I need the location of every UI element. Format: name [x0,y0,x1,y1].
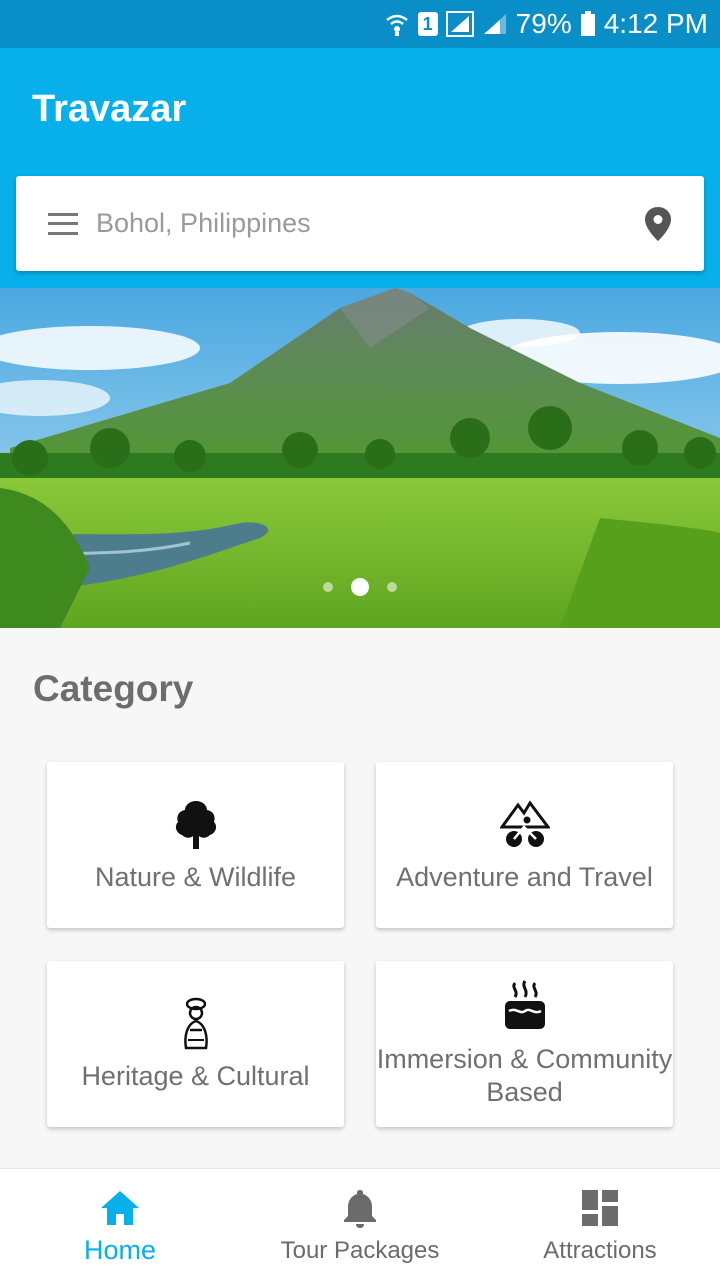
nav-label-home: Home [83,1235,157,1265]
mountain-bike-icon [499,799,550,847]
app-title: Travazar [32,88,187,130]
nav-label-attractions: Attractions [543,1237,657,1264]
category-card-adventure-travel[interactable]: Adventure and Travel [376,762,673,928]
carousel-dot-active[interactable] [351,578,369,596]
home-icon [101,1191,139,1225]
location-pin-icon[interactable] [644,206,672,242]
category-card-immersion-community[interactable]: Immersion & Community Based [376,961,673,1127]
carousel-dot[interactable] [323,582,333,592]
cultural-figure-icon [183,997,208,1049]
category-label: Nature & Wildlife [94,861,297,892]
dashboard-icon [582,1190,618,1226]
carousel-indicator[interactable] [0,578,720,596]
category-label: Adventure and Travel [396,861,653,892]
signal-icon [445,11,474,37]
battery-percent: 79% [515,8,572,39]
category-label: Immersion & Community Based [376,1044,673,1107]
category-heading: Category [33,668,194,709]
hero-carousel[interactable] [0,288,720,628]
search-bar[interactable]: Bohol, Philippines [16,176,704,271]
clock: 4:12 PM [603,8,708,39]
nav-attractions[interactable]: Attractions [480,1169,720,1280]
search-input[interactable]: Bohol, Philippines [96,208,644,239]
nav-tour-packages[interactable]: Tour Packages [240,1169,480,1280]
mayon-volcano-landscape [0,288,720,628]
battery-icon [580,11,596,37]
bell-icon [344,1190,376,1228]
bottom-navigation: Home Tour Packages Attractions [0,1168,720,1280]
status-bar: 1 79% 4:12 PM [0,0,720,48]
category-card-nature-wildlife[interactable]: Nature & Wildlife [47,762,344,928]
sim-icon: 1 [417,12,438,36]
nav-label-tour-packages: Tour Packages [280,1237,440,1264]
category-label: Heritage & Cultural [81,1060,310,1091]
nav-home[interactable]: Home [0,1169,240,1280]
carousel-dot[interactable] [387,582,397,592]
wifi-calling-icon [384,11,410,37]
category-card-heritage-cultural[interactable]: Heritage & Cultural [47,961,344,1127]
hot-spring-icon [504,980,545,1029]
menu-icon[interactable] [48,212,78,235]
signal-strength-icon [482,12,508,36]
tree-icon [175,800,216,849]
